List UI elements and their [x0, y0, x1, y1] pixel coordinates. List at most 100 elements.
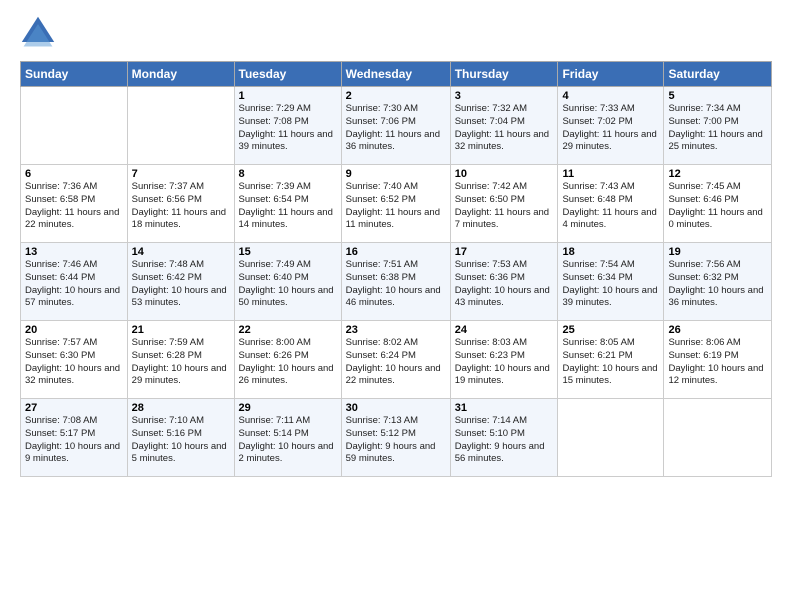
- day-cell: 28Sunrise: 7:10 AM Sunset: 5:16 PM Dayli…: [127, 399, 234, 477]
- col-header-wednesday: Wednesday: [341, 62, 450, 87]
- day-info: Sunrise: 7:36 AM Sunset: 6:58 PM Dayligh…: [25, 181, 123, 232]
- day-number: 28: [132, 402, 230, 414]
- day-info: Sunrise: 7:53 AM Sunset: 6:36 PM Dayligh…: [455, 259, 554, 310]
- day-number: 1: [239, 90, 337, 102]
- day-info: Sunrise: 7:30 AM Sunset: 7:06 PM Dayligh…: [346, 103, 446, 154]
- day-number: 16: [346, 246, 446, 258]
- day-number: 25: [562, 324, 659, 336]
- day-number: 27: [25, 402, 123, 414]
- day-number: 12: [668, 168, 767, 180]
- day-cell: 5Sunrise: 7:34 AM Sunset: 7:00 PM Daylig…: [664, 87, 772, 165]
- col-header-thursday: Thursday: [450, 62, 558, 87]
- week-row-2: 6Sunrise: 7:36 AM Sunset: 6:58 PM Daylig…: [21, 165, 772, 243]
- day-number: 18: [562, 246, 659, 258]
- day-cell: 4Sunrise: 7:33 AM Sunset: 7:02 PM Daylig…: [558, 87, 664, 165]
- day-number: 10: [455, 168, 554, 180]
- day-cell: 6Sunrise: 7:36 AM Sunset: 6:58 PM Daylig…: [21, 165, 128, 243]
- day-cell: 15Sunrise: 7:49 AM Sunset: 6:40 PM Dayli…: [234, 243, 341, 321]
- day-cell: 27Sunrise: 7:08 AM Sunset: 5:17 PM Dayli…: [21, 399, 128, 477]
- day-number: 30: [346, 402, 446, 414]
- day-cell: [21, 87, 128, 165]
- day-number: 20: [25, 324, 123, 336]
- day-info: Sunrise: 7:33 AM Sunset: 7:02 PM Dayligh…: [562, 103, 659, 154]
- day-info: Sunrise: 7:59 AM Sunset: 6:28 PM Dayligh…: [132, 337, 230, 388]
- day-cell: 2Sunrise: 7:30 AM Sunset: 7:06 PM Daylig…: [341, 87, 450, 165]
- day-number: 5: [668, 90, 767, 102]
- logo: [20, 15, 62, 51]
- day-cell: 30Sunrise: 7:13 AM Sunset: 5:12 PM Dayli…: [341, 399, 450, 477]
- day-info: Sunrise: 7:39 AM Sunset: 6:54 PM Dayligh…: [239, 181, 337, 232]
- day-info: Sunrise: 7:42 AM Sunset: 6:50 PM Dayligh…: [455, 181, 554, 232]
- col-header-sunday: Sunday: [21, 62, 128, 87]
- logo-icon: [20, 15, 56, 51]
- day-info: Sunrise: 7:51 AM Sunset: 6:38 PM Dayligh…: [346, 259, 446, 310]
- day-cell: 31Sunrise: 7:14 AM Sunset: 5:10 PM Dayli…: [450, 399, 558, 477]
- day-number: 21: [132, 324, 230, 336]
- day-cell: 26Sunrise: 8:06 AM Sunset: 6:19 PM Dayli…: [664, 321, 772, 399]
- week-row-1: 1Sunrise: 7:29 AM Sunset: 7:08 PM Daylig…: [21, 87, 772, 165]
- day-cell: 24Sunrise: 8:03 AM Sunset: 6:23 PM Dayli…: [450, 321, 558, 399]
- page: SundayMondayTuesdayWednesdayThursdayFrid…: [0, 0, 792, 612]
- day-number: 19: [668, 246, 767, 258]
- day-info: Sunrise: 8:02 AM Sunset: 6:24 PM Dayligh…: [346, 337, 446, 388]
- day-number: 29: [239, 402, 337, 414]
- day-number: 3: [455, 90, 554, 102]
- day-info: Sunrise: 7:56 AM Sunset: 6:32 PM Dayligh…: [668, 259, 767, 310]
- day-cell: 18Sunrise: 7:54 AM Sunset: 6:34 PM Dayli…: [558, 243, 664, 321]
- day-cell: 23Sunrise: 8:02 AM Sunset: 6:24 PM Dayli…: [341, 321, 450, 399]
- day-info: Sunrise: 8:06 AM Sunset: 6:19 PM Dayligh…: [668, 337, 767, 388]
- day-info: Sunrise: 8:00 AM Sunset: 6:26 PM Dayligh…: [239, 337, 337, 388]
- day-number: 7: [132, 168, 230, 180]
- day-cell: 9Sunrise: 7:40 AM Sunset: 6:52 PM Daylig…: [341, 165, 450, 243]
- col-header-friday: Friday: [558, 62, 664, 87]
- day-number: 22: [239, 324, 337, 336]
- day-info: Sunrise: 7:34 AM Sunset: 7:00 PM Dayligh…: [668, 103, 767, 154]
- header-row: SundayMondayTuesdayWednesdayThursdayFrid…: [21, 62, 772, 87]
- day-number: 4: [562, 90, 659, 102]
- day-cell: 16Sunrise: 7:51 AM Sunset: 6:38 PM Dayli…: [341, 243, 450, 321]
- day-cell: [127, 87, 234, 165]
- day-cell: [664, 399, 772, 477]
- day-info: Sunrise: 7:32 AM Sunset: 7:04 PM Dayligh…: [455, 103, 554, 154]
- day-cell: 25Sunrise: 8:05 AM Sunset: 6:21 PM Dayli…: [558, 321, 664, 399]
- day-cell: 1Sunrise: 7:29 AM Sunset: 7:08 PM Daylig…: [234, 87, 341, 165]
- day-info: Sunrise: 7:43 AM Sunset: 6:48 PM Dayligh…: [562, 181, 659, 232]
- day-cell: 3Sunrise: 7:32 AM Sunset: 7:04 PM Daylig…: [450, 87, 558, 165]
- day-info: Sunrise: 7:13 AM Sunset: 5:12 PM Dayligh…: [346, 415, 446, 466]
- day-cell: 21Sunrise: 7:59 AM Sunset: 6:28 PM Dayli…: [127, 321, 234, 399]
- day-cell: 17Sunrise: 7:53 AM Sunset: 6:36 PM Dayli…: [450, 243, 558, 321]
- day-info: Sunrise: 7:11 AM Sunset: 5:14 PM Dayligh…: [239, 415, 337, 466]
- day-cell: 29Sunrise: 7:11 AM Sunset: 5:14 PM Dayli…: [234, 399, 341, 477]
- day-info: Sunrise: 7:57 AM Sunset: 6:30 PM Dayligh…: [25, 337, 123, 388]
- col-header-tuesday: Tuesday: [234, 62, 341, 87]
- day-number: 13: [25, 246, 123, 258]
- day-info: Sunrise: 7:37 AM Sunset: 6:56 PM Dayligh…: [132, 181, 230, 232]
- day-number: 23: [346, 324, 446, 336]
- day-info: Sunrise: 7:14 AM Sunset: 5:10 PM Dayligh…: [455, 415, 554, 466]
- day-info: Sunrise: 7:49 AM Sunset: 6:40 PM Dayligh…: [239, 259, 337, 310]
- col-header-saturday: Saturday: [664, 62, 772, 87]
- day-number: 31: [455, 402, 554, 414]
- day-cell: 8Sunrise: 7:39 AM Sunset: 6:54 PM Daylig…: [234, 165, 341, 243]
- header: [20, 15, 772, 51]
- day-number: 11: [562, 168, 659, 180]
- day-cell: 13Sunrise: 7:46 AM Sunset: 6:44 PM Dayli…: [21, 243, 128, 321]
- day-cell: 19Sunrise: 7:56 AM Sunset: 6:32 PM Dayli…: [664, 243, 772, 321]
- week-row-3: 13Sunrise: 7:46 AM Sunset: 6:44 PM Dayli…: [21, 243, 772, 321]
- day-info: Sunrise: 7:29 AM Sunset: 7:08 PM Dayligh…: [239, 103, 337, 154]
- day-number: 17: [455, 246, 554, 258]
- day-info: Sunrise: 7:46 AM Sunset: 6:44 PM Dayligh…: [25, 259, 123, 310]
- day-number: 26: [668, 324, 767, 336]
- day-number: 15: [239, 246, 337, 258]
- day-info: Sunrise: 7:40 AM Sunset: 6:52 PM Dayligh…: [346, 181, 446, 232]
- day-info: Sunrise: 7:48 AM Sunset: 6:42 PM Dayligh…: [132, 259, 230, 310]
- week-row-4: 20Sunrise: 7:57 AM Sunset: 6:30 PM Dayli…: [21, 321, 772, 399]
- day-cell: 11Sunrise: 7:43 AM Sunset: 6:48 PM Dayli…: [558, 165, 664, 243]
- day-cell: 7Sunrise: 7:37 AM Sunset: 6:56 PM Daylig…: [127, 165, 234, 243]
- day-cell: 22Sunrise: 8:00 AM Sunset: 6:26 PM Dayli…: [234, 321, 341, 399]
- col-header-monday: Monday: [127, 62, 234, 87]
- day-number: 24: [455, 324, 554, 336]
- calendar-table: SundayMondayTuesdayWednesdayThursdayFrid…: [20, 61, 772, 477]
- day-number: 9: [346, 168, 446, 180]
- day-number: 6: [25, 168, 123, 180]
